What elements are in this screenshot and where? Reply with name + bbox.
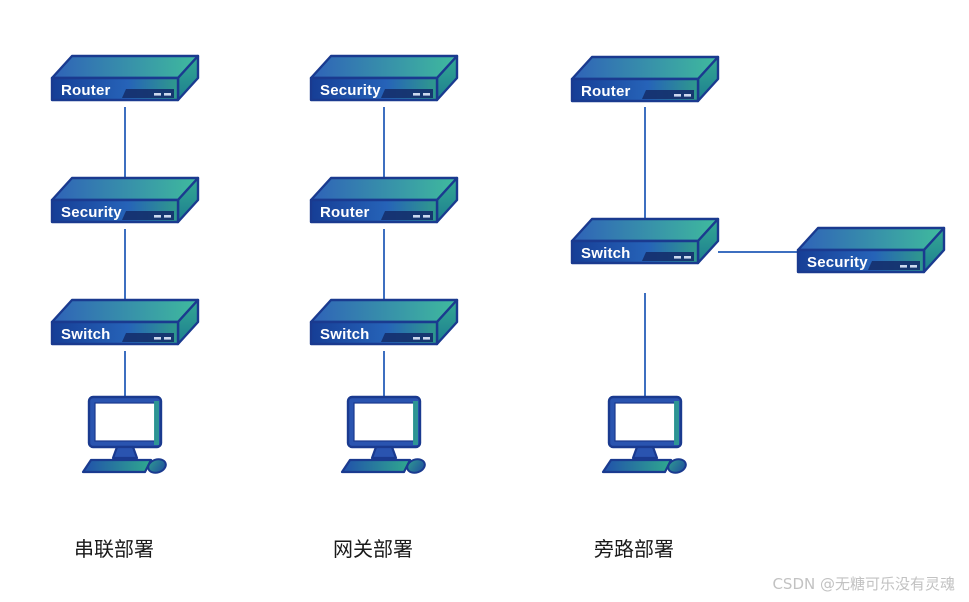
computer-c2[interactable] [336,392,432,478]
computer-c1[interactable] [77,392,173,478]
computer-c3[interactable] [597,392,693,478]
connector-c3-switch-security [718,251,798,253]
device-c1-0[interactable]: Router [50,54,200,112]
connector-c3-switch-computer [644,293,646,397]
device-c2-0[interactable]: Security [309,54,459,112]
device-c3-1[interactable]: Switch [570,217,720,275]
connector-c1-switch-computer [124,351,126,397]
device-c2-1[interactable]: Router [309,176,459,234]
device-c1-2[interactable]: Switch [50,298,200,356]
device-c3-0[interactable]: Router [570,55,720,113]
device-c2-2[interactable]: Switch [309,298,459,356]
device-c3-2[interactable]: Security [796,226,946,284]
caption-column-2: 网关部署 [333,537,413,561]
device-c1-1[interactable]: Security [50,176,200,234]
csdn-watermark: CSDN @无糖可乐没有灵魂 [772,575,955,593]
diagram-canvas: Router Security Switch 串联部署 Security Rou… [0,0,969,602]
connector-c2-switch-computer [383,351,385,397]
caption-column-1: 串联部署 [74,537,154,561]
caption-column-3: 旁路部署 [594,537,674,561]
